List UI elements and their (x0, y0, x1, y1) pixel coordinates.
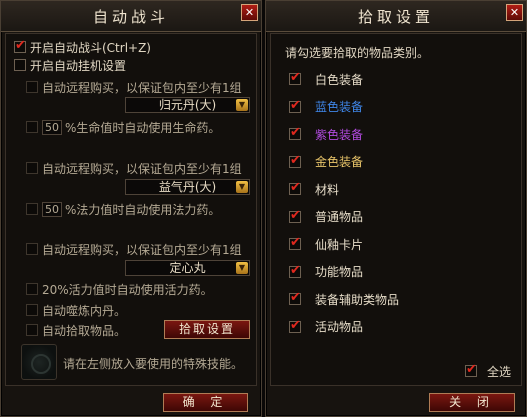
category-checkbox[interactable] (289, 70, 301, 85)
empty-slot-icon (31, 354, 51, 374)
category-item[interactable]: 功能物品 (289, 263, 363, 281)
category-label: 金色装备 (315, 155, 364, 169)
category-item[interactable]: 普通物品 (289, 208, 363, 226)
titlebar[interactable]: 自动战斗 ✕ (1, 1, 261, 32)
auto-battle-panel: 自动战斗 ✕ 开启自动战斗(Ctrl+Z) 开启自动挂机设置 自动远程购买，以保… (0, 0, 262, 417)
auto-refine-option[interactable]: 自动噬炼内丹。 (26, 301, 126, 319)
pickup-prompt: 请勾选要拾取的物品类别。 (285, 46, 430, 60)
category-checkbox[interactable] (289, 208, 301, 223)
category-label: 普通物品 (315, 210, 364, 224)
category-label: 白色装备 (315, 72, 364, 87)
vigor-use-checkbox[interactable] (26, 283, 38, 295)
category-item[interactable]: 金色装备 (289, 153, 363, 171)
auto-refine-checkbox[interactable] (26, 304, 38, 316)
select-all-option[interactable]: 全选 (465, 362, 511, 380)
mp-item-select[interactable]: 益气丹(大) ▼ (125, 179, 250, 195)
category-checkbox[interactable] (289, 98, 301, 113)
category-checkbox[interactable] (289, 290, 301, 305)
category-label: 紫色装备 (315, 127, 364, 142)
auto-battle-checkbox[interactable] (14, 38, 26, 53)
vigor-use-option[interactable]: 20%活力值时自动使用活力药。 (26, 280, 213, 298)
mp-buy-checkbox[interactable] (26, 162, 38, 174)
category-checkbox[interactable] (289, 318, 301, 333)
hp-use-label: %生命值时自动使用生命药。 (65, 120, 221, 135)
calm-buy-checkbox[interactable] (26, 243, 38, 255)
category-label: 活动物品 (315, 320, 364, 334)
titlebar[interactable]: 拾取设置 ✕ (266, 1, 526, 32)
close-icon[interactable]: ✕ (506, 4, 523, 21)
mp-use-checkbox[interactable] (26, 203, 38, 215)
auto-pickup-option[interactable]: 自动拾取物品。 (26, 321, 126, 339)
hp-item-select[interactable]: 归元丹(大) ▼ (125, 97, 250, 113)
hp-use-option[interactable]: 50 %生命值时自动使用生命药。 (26, 118, 220, 136)
pickup-settings-panel: 拾取设置 ✕ 请勾选要拾取的物品类别。 白色装备蓝色装备紫色装备金色装备材料普通… (265, 0, 527, 417)
close-button[interactable]: 关 闭 (429, 393, 515, 412)
vigor-use-label: 20%活力值时自动使用活力药。 (42, 282, 213, 297)
category-checkbox[interactable] (289, 125, 301, 140)
auto-pickup-label: 自动拾取物品。 (42, 323, 127, 338)
hp-threshold-input[interactable]: 50 (42, 119, 62, 135)
mp-threshold-input[interactable]: 50 (42, 201, 62, 217)
category-item[interactable]: 活动物品 (289, 318, 363, 336)
calm-buy-label: 自动远程购买，以保证包内至少有1组 (42, 242, 242, 257)
category-checkbox[interactable] (289, 263, 301, 278)
panel-body: 开启自动战斗(Ctrl+Z) 开启自动挂机设置 自动远程购买，以保证包内至少有1… (5, 33, 257, 386)
category-item[interactable]: 紫色装备 (289, 125, 363, 143)
category-label: 装备辅助类物品 (315, 292, 400, 307)
category-checkbox[interactable] (289, 180, 301, 195)
auto-battle-option[interactable]: 开启自动战斗(Ctrl+Z) (14, 38, 151, 56)
category-item[interactable]: 蓝色装备 (289, 98, 363, 116)
calm-buy-option[interactable]: 自动远程购买，以保证包内至少有1组 (26, 240, 242, 258)
ok-button[interactable]: 确 定 (163, 393, 248, 412)
auto-hangup-option[interactable]: 开启自动挂机设置 (14, 56, 126, 74)
auto-refine-label: 自动噬炼内丹。 (42, 303, 127, 318)
hp-buy-option[interactable]: 自动远程购买，以保证包内至少有1组 (26, 78, 242, 96)
panel-title: 自动战斗 (92, 8, 169, 26)
mp-item-value: 益气丹(大) (158, 180, 217, 194)
auto-pickup-checkbox[interactable] (26, 324, 38, 336)
calm-item-value: 定心丸 (169, 261, 206, 275)
mp-buy-option[interactable]: 自动远程购买，以保证包内至少有1组 (26, 159, 242, 177)
footer: 关 闭 (266, 388, 526, 416)
mp-buy-label: 自动远程购买，以保证包内至少有1组 (42, 161, 242, 176)
category-checkbox[interactable] (289, 153, 301, 168)
chevron-down-icon[interactable]: ▼ (236, 181, 248, 193)
category-item[interactable]: 白色装备 (289, 70, 363, 88)
hp-use-checkbox[interactable] (26, 121, 38, 133)
category-item[interactable]: 仙釉卡片 (289, 235, 363, 253)
select-all-checkbox[interactable] (465, 362, 477, 377)
mp-use-option[interactable]: 50 %法力值时自动使用法力药。 (26, 200, 220, 218)
category-item[interactable]: 装备辅助类物品 (289, 290, 399, 308)
pickup-settings-button[interactable]: 拾取设置 (164, 320, 250, 339)
category-item[interactable]: 材料 (289, 180, 339, 198)
skill-slot[interactable] (21, 344, 57, 380)
mp-use-label: %法力值时自动使用法力药。 (65, 202, 221, 217)
category-label: 功能物品 (315, 265, 364, 279)
hp-buy-label: 自动远程购买，以保证包内至少有1组 (42, 80, 242, 95)
category-label: 材料 (315, 182, 340, 197)
auto-hangup-label: 开启自动挂机设置 (30, 58, 127, 73)
auto-battle-label: 开启自动战斗(Ctrl+Z) (30, 40, 151, 55)
panel-body: 请勾选要拾取的物品类别。 白色装备蓝色装备紫色装备金色装备材料普通物品仙釉卡片功… (270, 33, 522, 386)
chevron-down-icon[interactable]: ▼ (236, 262, 248, 274)
category-label: 蓝色装备 (315, 100, 364, 114)
hp-item-value: 归元丹(大) (158, 98, 217, 112)
chevron-down-icon[interactable]: ▼ (236, 99, 248, 111)
auto-hangup-checkbox[interactable] (14, 59, 26, 71)
hp-buy-checkbox[interactable] (26, 81, 38, 93)
category-label: 仙釉卡片 (315, 237, 364, 252)
category-checkbox[interactable] (289, 235, 301, 250)
select-all-label: 全选 (487, 364, 512, 379)
close-icon[interactable]: ✕ (241, 4, 258, 21)
panel-title: 拾取设置 (357, 8, 434, 26)
calm-item-select[interactable]: 定心丸 ▼ (125, 260, 250, 276)
footer: 确 定 (1, 388, 261, 416)
skill-hint: 请在左侧放入要使用的特殊技能。 (63, 357, 244, 371)
